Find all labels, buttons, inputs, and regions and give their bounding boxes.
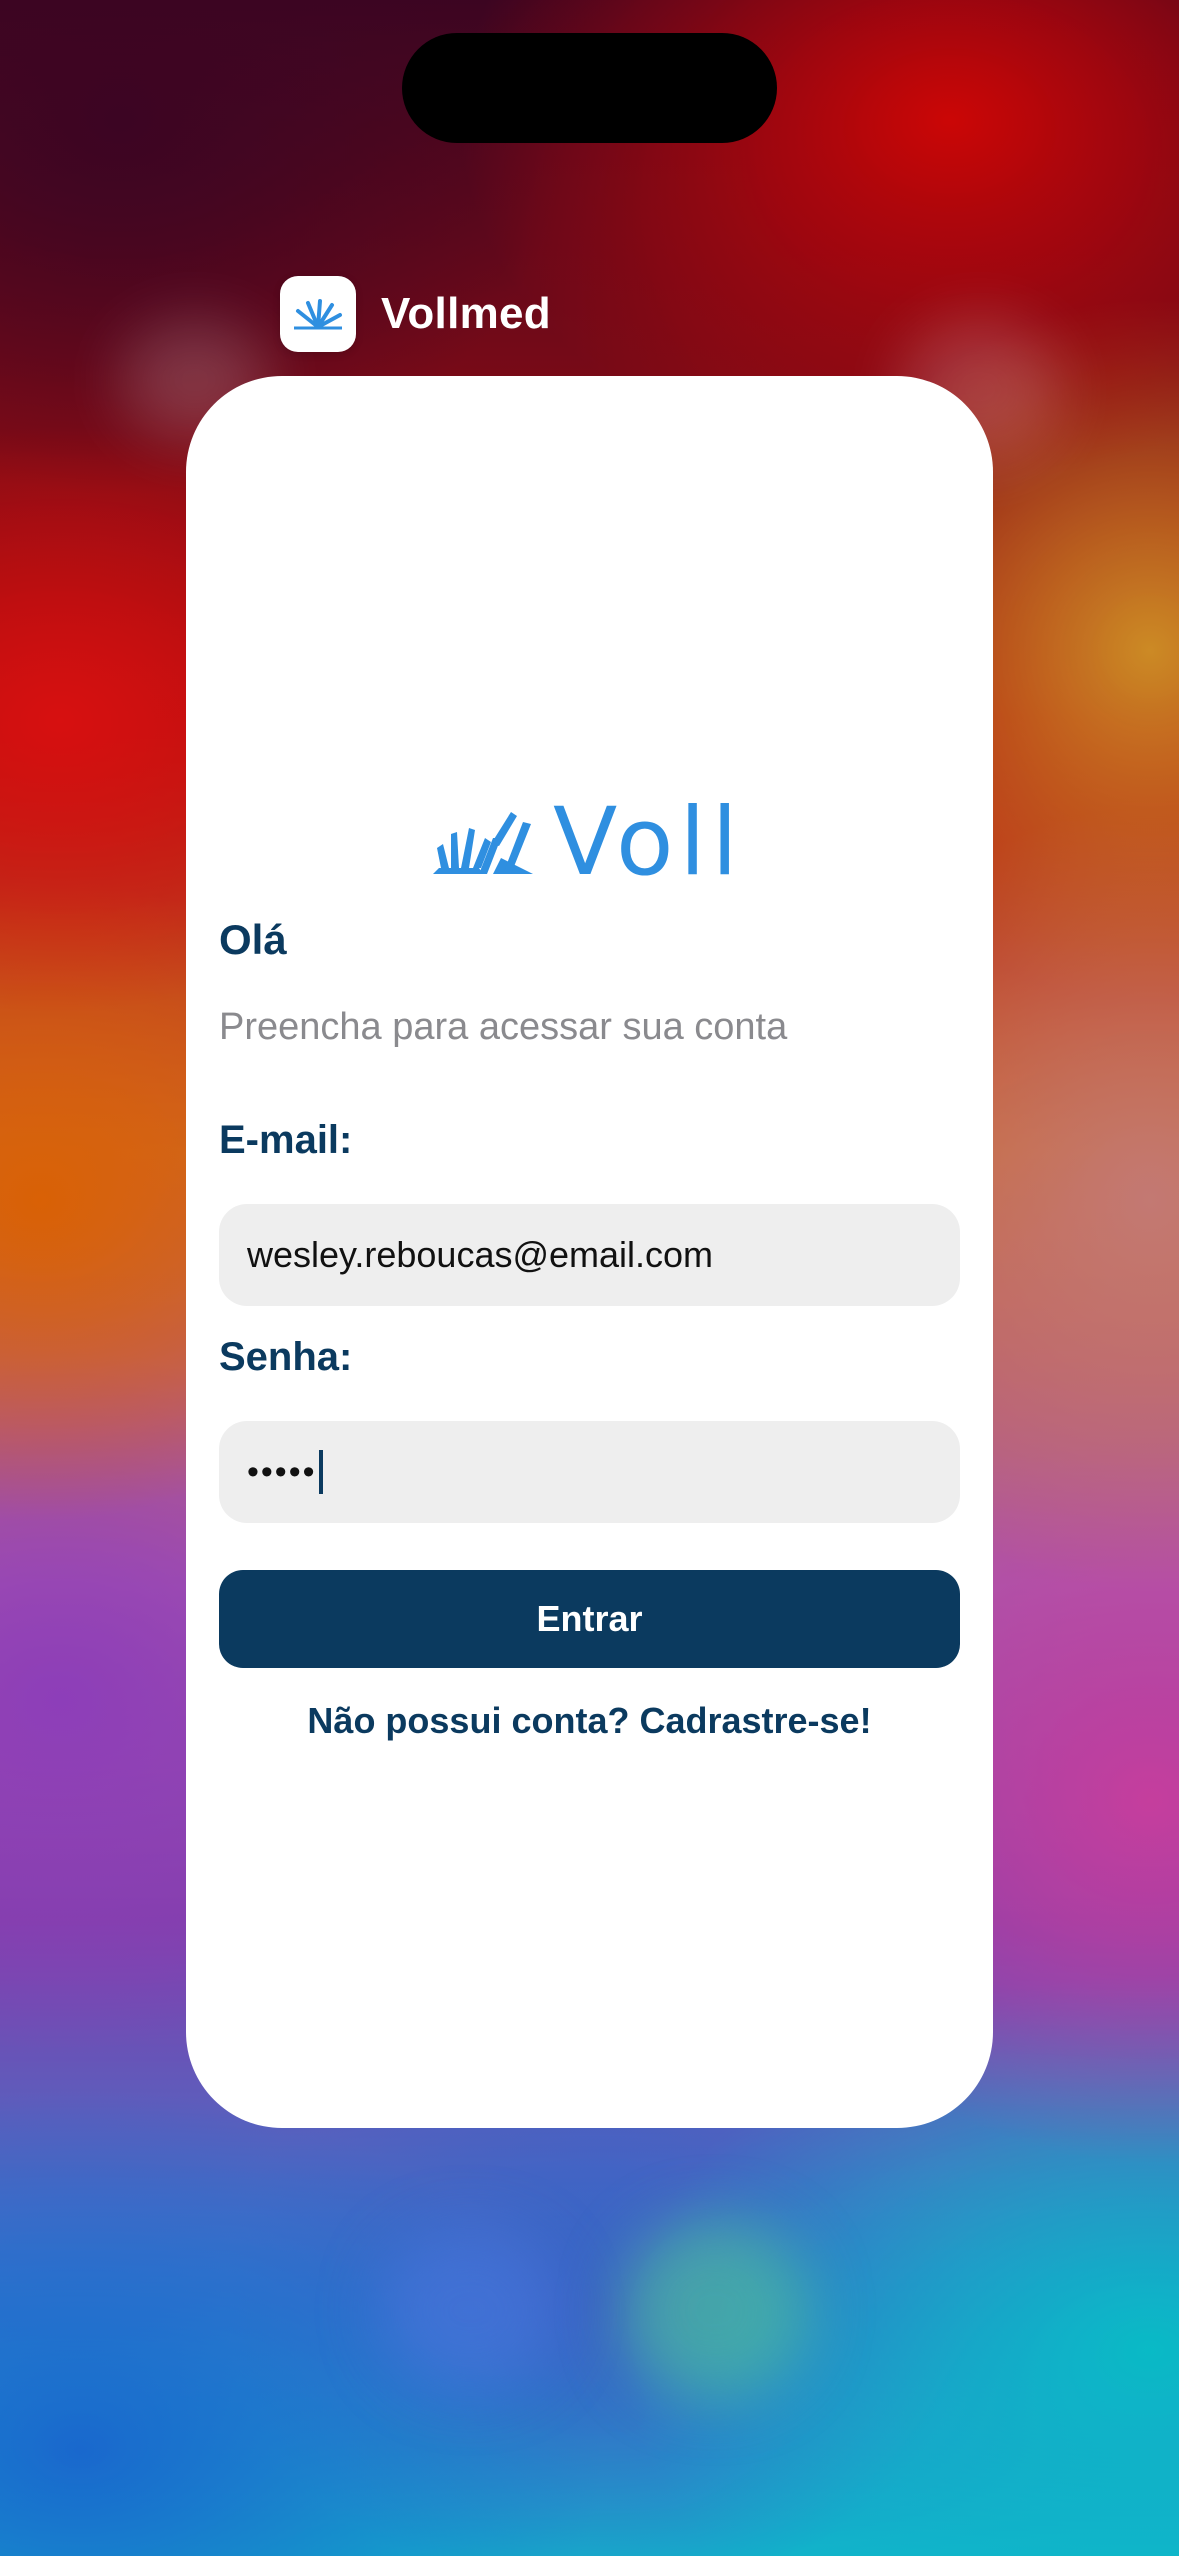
- login-subtitle: Preencha para acessar sua conta: [219, 1006, 788, 1048]
- wallpaper-glow: [380, 2230, 560, 2390]
- text-caret: [318, 1450, 323, 1494]
- greeting-heading: Olá: [219, 916, 287, 963]
- signup-link[interactable]: Não possui conta? Cadrastre-se!: [186, 1700, 993, 1742]
- app-name: Vollmed: [381, 289, 551, 338]
- voll-logo: Voll: [433, 798, 744, 878]
- app-icon[interactable]: [280, 276, 356, 352]
- app-switcher-header[interactable]: Vollmed: [280, 276, 551, 352]
- email-label: E-mail:: [219, 1118, 353, 1162]
- app-preview-card[interactable]: Voll Olá Preencha para acessar sua conta…: [186, 376, 993, 2128]
- logo-text: Voll: [553, 798, 744, 878]
- password-value: •••••: [247, 1452, 317, 1491]
- dynamic-island: [402, 33, 777, 143]
- email-field[interactable]: wesley.reboucas@email.com: [219, 1204, 960, 1306]
- login-button[interactable]: Entrar: [219, 1570, 960, 1668]
- wallpaper-glow: [620, 2220, 810, 2400]
- password-field[interactable]: •••••: [219, 1421, 960, 1523]
- email-value: wesley.reboucas@email.com: [247, 1234, 714, 1275]
- password-label: Senha:: [219, 1335, 353, 1379]
- voll-rays-icon: [294, 299, 342, 330]
